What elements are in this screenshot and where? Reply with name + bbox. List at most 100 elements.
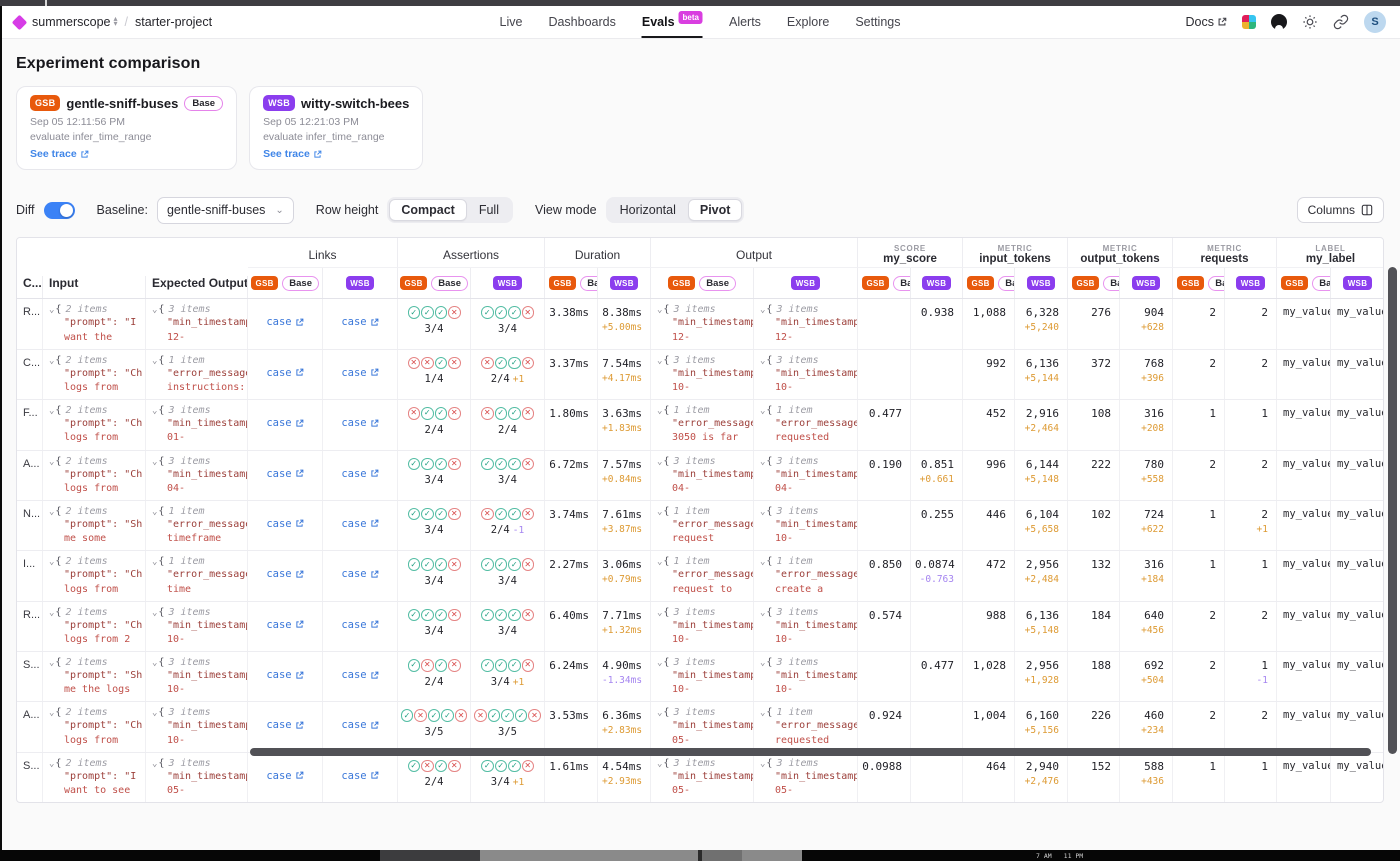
case-link[interactable]: case (266, 619, 303, 631)
page-title: Experiment comparison (16, 55, 1400, 73)
assertion-pass-icon: ✓ (481, 306, 494, 319)
input-json-cell[interactable]: ⌄{2 items"prompt": "Chlogs from 2 (43, 602, 146, 651)
input-json-cell[interactable]: ⌄{2 items"prompt": "Chlogs from (43, 451, 146, 500)
case-link[interactable]: case (266, 568, 303, 580)
docs-link[interactable]: Docs (1186, 15, 1227, 29)
output-json-cell-wsb[interactable]: ⌄{3 items"min_timestamp10- (754, 350, 858, 399)
output-json-cell-wsb[interactable]: ⌄{1 item"error_messagerequested (754, 400, 858, 449)
case-link[interactable]: case (266, 770, 303, 782)
columns-icon (1361, 204, 1373, 216)
output-json-cell-wsb[interactable]: ⌄{3 items"min_timestamp10- (754, 652, 858, 701)
case-link[interactable]: case (341, 619, 378, 631)
view-mode-pivot[interactable]: Pivot (688, 199, 743, 221)
case-link[interactable]: case (341, 367, 378, 379)
case-link[interactable]: case (341, 417, 378, 429)
case-cell: A... (17, 702, 43, 751)
expected-output-json-cell[interactable]: ⌄{1 item"error_messagetimeframe (146, 501, 248, 550)
external-link-icon (295, 469, 304, 478)
input-json-cell[interactable]: ⌄{2 items"prompt": "Chlogs from (43, 350, 146, 399)
input-json-cell[interactable]: ⌄{2 items"prompt": "Chlogs from (43, 551, 146, 600)
input-json-cell[interactable]: ⌄{2 items"prompt": "Chlogs from (43, 400, 146, 449)
case-link[interactable]: case (341, 568, 378, 580)
output-json-cell-gsb[interactable]: ⌄{1 item"error_messagerequest to (651, 551, 754, 600)
output-json-cell-gsb[interactable]: ⌄{3 items"min_timestamp04- (651, 451, 754, 500)
row-height-label: Row height (316, 203, 379, 217)
output-json-cell-gsb[interactable]: ⌄{3 items"min_timestamp12- (651, 299, 754, 348)
case-link[interactable]: case (266, 669, 303, 681)
horizontal-scrollbar[interactable] (250, 748, 1371, 756)
view-mode-horizontal[interactable]: Horizontal (608, 199, 688, 221)
tab-alerts[interactable]: Alerts (729, 6, 761, 38)
diff-toggle[interactable] (44, 202, 75, 219)
project-name[interactable]: starter-project (135, 15, 212, 29)
expected-output-json-cell[interactable]: ⌄{1 item"error_messageinstructions: (146, 350, 248, 399)
tab-dashboards[interactable]: Dashboards (548, 6, 615, 38)
case-link[interactable]: case (341, 669, 378, 681)
output-json-cell-wsb[interactable]: ⌄{1 item"error_messagecreate a (754, 551, 858, 600)
subheader-tin-gsb: GSBBase (963, 268, 1015, 298)
output-json-cell-gsb[interactable]: ⌄{1 item"error_messagerequest (651, 501, 754, 550)
slack-icon[interactable] (1242, 15, 1256, 29)
share-link-icon[interactable] (1333, 14, 1349, 30)
input-json-cell[interactable]: ⌄{2 items"prompt": "Shme the logs (43, 652, 146, 701)
assertions-cell-wsb: ✓✓✓✕3/4+1 (471, 753, 545, 802)
output-json-cell-gsb[interactable]: ⌄{3 items"min_timestamp10- (651, 350, 754, 399)
user-avatar[interactable]: S (1364, 11, 1386, 33)
row-height-compact[interactable]: Compact (389, 199, 466, 221)
expected-output-json-cell[interactable]: ⌄{3 items"min_timestamp10- (146, 702, 248, 751)
tab-evals[interactable]: Evalsbeta (642, 6, 703, 38)
output-json-cell-gsb[interactable]: ⌄{3 items"min_timestamp10- (651, 602, 754, 651)
input-json-cell[interactable]: ⌄{2 items"prompt": "Iwant the (43, 299, 146, 348)
case-link[interactable]: case (266, 367, 303, 379)
tab-settings[interactable]: Settings (855, 6, 900, 38)
org-selector[interactable]: summerscope ▴▾ (32, 15, 118, 29)
baseline-select[interactable]: gentle-sniff-buses ⌄ (157, 197, 294, 224)
output-json-cell-wsb[interactable]: ⌄{3 items"min_timestamp10- (754, 501, 858, 550)
expected-output-json-cell[interactable]: ⌄{3 items"min_timestamp10- (146, 602, 248, 651)
expected-output-json-cell[interactable]: ⌄{3 items"min_timestamp12- (146, 299, 248, 348)
case-link[interactable]: case (266, 719, 303, 731)
see-trace-link[interactable]: See trace (263, 148, 409, 160)
assertion-fail-icon: ✕ (481, 357, 494, 370)
github-icon[interactable] (1271, 14, 1287, 30)
case-link[interactable]: case (341, 468, 378, 480)
theme-sun-icon[interactable] (1302, 14, 1318, 30)
case-link[interactable]: case (266, 468, 303, 480)
case-link[interactable]: case (266, 316, 303, 328)
requests-cell-gsb: 1 (1173, 753, 1225, 802)
tab-explore[interactable]: Explore (787, 6, 829, 38)
input-json-cell[interactable]: ⌄{2 items"prompt": "Shme some (43, 501, 146, 550)
input-json-cell[interactable]: ⌄{2 items"prompt": "Iwant to see (43, 753, 146, 802)
see-trace-link[interactable]: See trace (30, 148, 223, 160)
expected-output-json-cell[interactable]: ⌄{3 items"min_timestamp01- (146, 400, 248, 449)
columns-button[interactable]: Columns (1297, 197, 1384, 223)
label-cell-wsb: my_value_ (1331, 602, 1384, 651)
output-json-cell-gsb[interactable]: ⌄{3 items"min_timestamp10- (651, 652, 754, 701)
score-cell-gsb: 0.924 (858, 702, 911, 751)
row-height-full[interactable]: Full (467, 199, 511, 221)
case-link[interactable]: case (266, 417, 303, 429)
output-json-cell-gsb[interactable]: ⌄{3 items"min_timestamp05- (651, 753, 754, 802)
output-json-cell-wsb[interactable]: ⌄{3 items"min_timestamp04- (754, 451, 858, 500)
case-link[interactable]: case (341, 770, 378, 782)
case-link[interactable]: case (341, 518, 378, 530)
expected-output-json-cell[interactable]: ⌄{1 item"error_messagetime (146, 551, 248, 600)
case-link[interactable]: case (341, 719, 378, 731)
output-json-cell-gsb[interactable]: ⌄{3 items"min_timestamp05- (651, 702, 754, 751)
output-json-cell-wsb[interactable]: ⌄{3 items"min_timestamp05- (754, 753, 858, 802)
expected-output-json-cell[interactable]: ⌄{3 items"min_timestamp04- (146, 451, 248, 500)
input-json-cell[interactable]: ⌄{2 items"prompt": "Chlogs from (43, 702, 146, 751)
experiment-card-gsb[interactable]: GSB gentle-sniff-buses Base Sep 05 12:11… (16, 86, 237, 170)
expected-output-json-cell[interactable]: ⌄{3 items"min_timestamp05- (146, 753, 248, 802)
expected-output-json-cell[interactable]: ⌄{3 items"min_timestamp10- (146, 652, 248, 701)
output-json-cell-wsb[interactable]: ⌄{3 items"min_timestamp12- (754, 299, 858, 348)
case-link[interactable]: case (341, 316, 378, 328)
output-json-cell-wsb[interactable]: ⌄{1 item"error_messagerequested (754, 702, 858, 751)
vertical-scrollbar[interactable] (1388, 267, 1397, 754)
output-json-cell-gsb[interactable]: ⌄{1 item"error_message3050 is far (651, 400, 754, 449)
output-tokens-cell-gsb: 222 (1068, 451, 1120, 500)
experiment-card-wsb[interactable]: WSB witty-switch-bees Sep 05 12:21:03 PM… (249, 86, 423, 170)
output-json-cell-wsb[interactable]: ⌄{3 items"min_timestamp10- (754, 602, 858, 651)
case-link[interactable]: case (266, 518, 303, 530)
tab-live[interactable]: Live (500, 6, 523, 38)
